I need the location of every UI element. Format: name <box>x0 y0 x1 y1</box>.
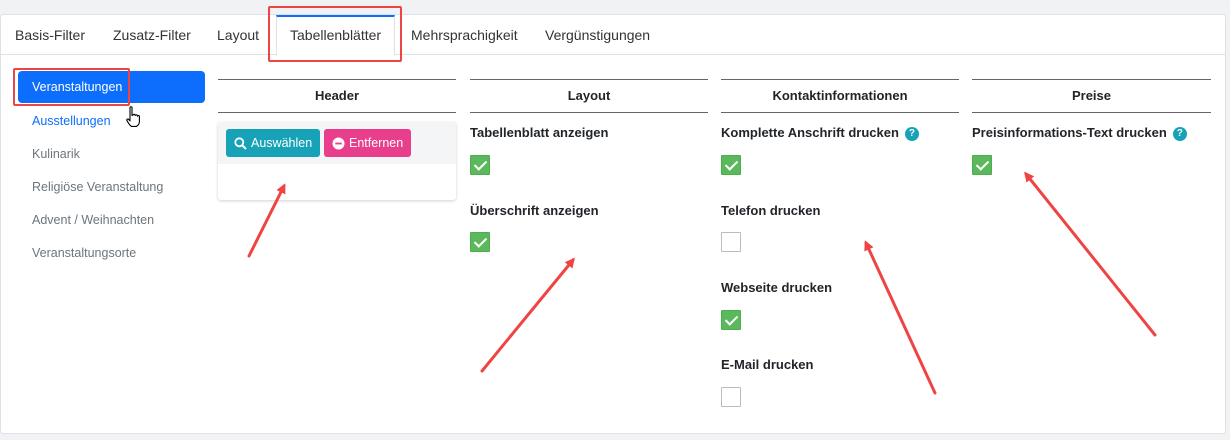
annotation-arrows <box>247 171 1157 395</box>
annotation-arrow <box>864 240 937 395</box>
annotation-arrow <box>247 183 286 258</box>
annotation-arrow <box>1024 171 1157 337</box>
annotation-arrow <box>480 257 575 373</box>
